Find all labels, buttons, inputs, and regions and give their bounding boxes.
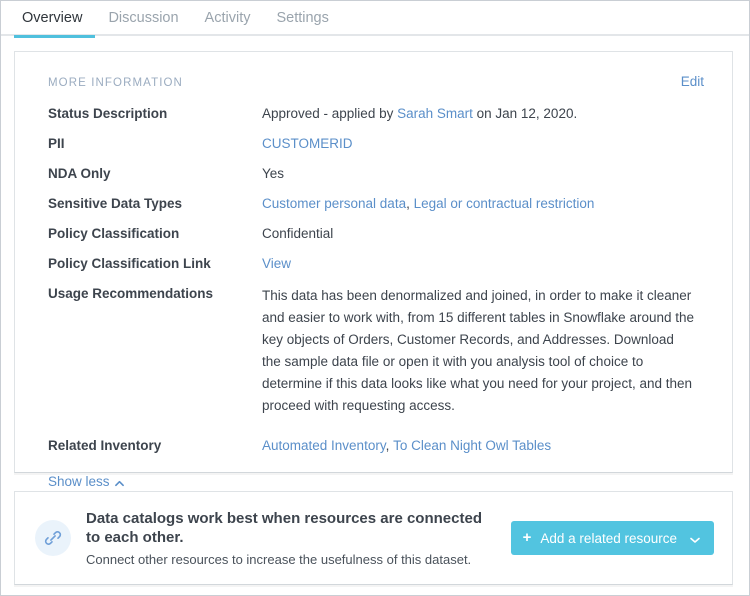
- list-separator: ,: [406, 196, 414, 211]
- tab-discussion[interactable]: Discussion: [95, 1, 191, 36]
- row-value: Approved - applied by Sarah Smart on Jan…: [262, 105, 704, 122]
- row-status-description: Status Description Approved - applied by…: [35, 105, 704, 122]
- row-policy-classification: Policy Classification Confidential: [35, 225, 704, 242]
- related-resources-subtitle: Connect other resources to increase the …: [86, 551, 472, 567]
- status-description-user-link[interactable]: Sarah Smart: [397, 106, 473, 121]
- row-pii: PII CUSTOMERID: [35, 135, 704, 152]
- chevron-down-icon: [690, 533, 700, 543]
- edit-link[interactable]: Edit: [681, 74, 704, 89]
- tab-activity-label: Activity: [204, 10, 251, 26]
- policy-classification-view-link[interactable]: View: [262, 256, 291, 271]
- row-label: Sensitive Data Types: [48, 196, 183, 211]
- link-icon: [35, 520, 71, 556]
- row-value: CUSTOMERID: [262, 135, 704, 152]
- section-title: MORE INFORMATION: [48, 77, 183, 89]
- show-less-toggle[interactable]: Show less: [35, 474, 124, 489]
- related-inventory-link[interactable]: To Clean Night Owl Tables: [393, 438, 551, 453]
- chevron-up-icon: [114, 476, 124, 487]
- row-usage-recommendations: Usage Recommendations This data has been…: [35, 285, 704, 417]
- row-label: Policy Classification: [48, 226, 180, 241]
- sensitive-data-type-link[interactable]: Legal or contractual restriction: [414, 196, 595, 211]
- related-resources-body: Data catalogs work best when resources a…: [15, 492, 732, 584]
- row-policy-classification-link: Policy Classification Link View: [35, 255, 704, 272]
- tab-settings[interactable]: Settings: [263, 1, 341, 36]
- related-resources-text: Data catalogs work best when resources a…: [86, 509, 511, 568]
- pii-link[interactable]: CUSTOMERID: [262, 136, 353, 151]
- row-sensitive-data-types: Sensitive Data Types Customer personal d…: [35, 195, 704, 212]
- tab-bar: Overview Discussion Activity Settings: [1, 1, 749, 38]
- list-separator: ,: [385, 438, 394, 453]
- sensitive-data-type-link[interactable]: Customer personal data: [262, 196, 406, 211]
- related-resources-title: Data catalogs work best when resources a…: [86, 509, 482, 546]
- row-value: View: [262, 255, 704, 272]
- related-inventory-link[interactable]: Automated Inventory: [262, 438, 386, 453]
- row-label: PII: [48, 136, 65, 151]
- tab-activity[interactable]: Activity: [192, 1, 264, 36]
- plus-icon: +: [522, 528, 532, 546]
- row-label: Policy Classification Link: [48, 256, 211, 271]
- row-value: Yes: [262, 166, 285, 181]
- page-root: Overview Discussion Activity Settings MO…: [0, 0, 750, 596]
- row-label: NDA Only: [48, 166, 111, 181]
- more-information-body: MORE INFORMATION Edit Status Description…: [15, 52, 732, 489]
- row-value: Customer personal data, Legal or contrac…: [262, 195, 704, 212]
- info-rows: Status Description Approved - applied by…: [35, 105, 704, 454]
- row-related-inventory: Related Inventory Automated Inventory, T…: [35, 437, 704, 454]
- related-resources-card: Data catalogs work best when resources a…: [14, 491, 733, 585]
- add-related-resource-label: Add a related resource: [540, 530, 677, 546]
- row-value: This data has been denormalized and join…: [262, 288, 694, 413]
- row-nda-only: NDA Only Yes: [35, 165, 704, 182]
- status-description-prefix: Approved - applied by: [262, 106, 398, 121]
- show-less-label: Show less: [48, 474, 110, 489]
- status-description-suffix: on Jan 12, 2020.: [472, 106, 578, 121]
- tab-overview[interactable]: Overview: [14, 1, 96, 38]
- row-value: Automated Inventory, To Clean Night Owl …: [262, 437, 704, 454]
- more-information-card: MORE INFORMATION Edit Status Description…: [14, 51, 733, 489]
- row-label: Usage Recommendations: [48, 286, 214, 301]
- tab-settings-label: Settings: [276, 10, 329, 26]
- section-header: MORE INFORMATION Edit: [35, 74, 704, 89]
- add-related-resource-button[interactable]: + Add a related resource: [510, 521, 714, 555]
- tab-discussion-label: Discussion: [108, 10, 179, 26]
- row-label: Related Inventory: [48, 438, 162, 453]
- row-label: Status Description: [48, 106, 168, 121]
- tab-overview-label: Overview: [22, 10, 83, 26]
- row-value: Confidential: [262, 226, 334, 241]
